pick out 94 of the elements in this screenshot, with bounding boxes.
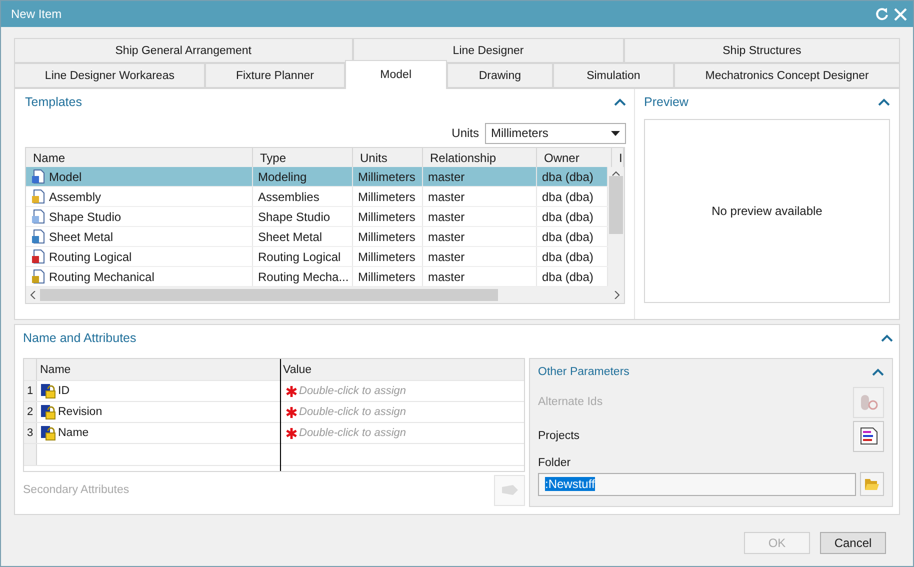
close-icon[interactable] bbox=[894, 8, 907, 20]
table-cell: master bbox=[428, 210, 465, 224]
table-cell: Routing Mechanical bbox=[49, 270, 154, 284]
tab[interactable]: Fixture Planner bbox=[205, 63, 345, 88]
table-cell: Shape Studio bbox=[258, 210, 330, 224]
table-row[interactable]: Shape Studio Shape Studio Millimeters master dba (dba) bbox=[26, 207, 608, 227]
tab[interactable]: Line Designer Workareas bbox=[14, 63, 206, 88]
table-cell: dba (dba) bbox=[542, 250, 594, 264]
table-cell: master bbox=[428, 190, 465, 204]
tab[interactable]: Ship Structures bbox=[624, 38, 900, 63]
table-cell: Routing Logical bbox=[258, 250, 341, 264]
table-cell: Modeling bbox=[258, 170, 307, 184]
field-label: Folder bbox=[538, 457, 572, 469]
table-cell: Millimeters bbox=[358, 230, 416, 244]
tab[interactable]: Simulation bbox=[552, 63, 674, 88]
table-row[interactable]: Model Modeling Millimeters master dba (dba) bbox=[26, 167, 608, 187]
chevron-up-icon[interactable] bbox=[878, 98, 890, 106]
asterisk-icon bbox=[286, 386, 297, 396]
section-title: Name and Attributes bbox=[23, 331, 136, 345]
table-cell: master bbox=[428, 230, 465, 244]
table-cell: ID bbox=[58, 385, 70, 397]
tab[interactable]: Ship General Arrangement bbox=[14, 38, 353, 63]
parameter-label: Alternate Ids bbox=[538, 396, 603, 408]
table-cell: master bbox=[428, 170, 465, 184]
document-icon bbox=[31, 229, 46, 244]
document-icon bbox=[31, 169, 46, 184]
table-cell: master bbox=[428, 250, 465, 264]
table-cell: dba (dba) bbox=[542, 210, 594, 224]
tab[interactable]: Line Designer bbox=[352, 38, 624, 63]
table-cell: dba (dba) bbox=[542, 190, 594, 204]
document-icon bbox=[31, 189, 46, 204]
table-cell: Millimeters bbox=[358, 210, 416, 224]
table-cell: dba (dba) bbox=[542, 270, 594, 284]
folder-field[interactable]: :Newstuff bbox=[538, 472, 856, 496]
tag-icon bbox=[500, 484, 518, 496]
table-cell: Model bbox=[49, 170, 82, 184]
secondary-attributes-label: Secondary Attributes bbox=[23, 484, 130, 496]
tab[interactable]: Model bbox=[344, 60, 448, 89]
section-title: Other Parameters bbox=[538, 366, 630, 378]
tab[interactable]: Mechatronics Concept Designer bbox=[674, 63, 900, 88]
table-row[interactable]: Sheet Metal Sheet Metal Millimeters master dba (dba) bbox=[26, 227, 608, 247]
column-header[interactable]: Name bbox=[37, 359, 280, 380]
asterisk-icon bbox=[286, 428, 297, 438]
row-number: 2 bbox=[24, 402, 37, 422]
table-cell: master bbox=[428, 270, 465, 284]
scroll-right-icon[interactable] bbox=[614, 291, 620, 299]
table-cell: Millimeters bbox=[358, 190, 416, 204]
table-row[interactable]: Routing Mechanical Routing Mecha... Millimeters master dba (dba) bbox=[26, 267, 608, 287]
table-cell: Millimeters bbox=[358, 250, 416, 264]
table-cell: Routing Mecha... bbox=[258, 270, 349, 284]
section-title: Preview bbox=[644, 95, 688, 109]
folder-icon bbox=[864, 478, 880, 490]
scroll-up-icon[interactable] bbox=[612, 171, 620, 176]
list-document-button[interactable] bbox=[853, 420, 884, 452]
table-cell: Shape Studio bbox=[49, 210, 122, 224]
list-document-icon bbox=[858, 426, 878, 446]
row-number: 1 bbox=[24, 381, 37, 401]
table-cell: Revision bbox=[58, 406, 102, 418]
table-cell: Sheet Metal bbox=[49, 230, 114, 244]
table-cell: dba (dba) bbox=[542, 230, 594, 244]
tab[interactable]: Drawing bbox=[447, 63, 553, 88]
cancel-button[interactable]: Cancel bbox=[820, 532, 886, 554]
document-icon bbox=[31, 209, 46, 224]
table-cell: Millimeters bbox=[358, 170, 416, 184]
parameter-label: Projects bbox=[538, 430, 580, 442]
section-title: Templates bbox=[25, 95, 82, 109]
chevron-up-icon[interactable] bbox=[614, 98, 626, 106]
table-cell: Name bbox=[58, 427, 89, 439]
column-header[interactable]: Value bbox=[280, 359, 524, 380]
lock-icon bbox=[40, 404, 56, 420]
caret-icon bbox=[611, 130, 620, 136]
row-number: 3 bbox=[24, 423, 37, 443]
chevron-up-icon[interactable] bbox=[881, 334, 893, 342]
lock-icon bbox=[40, 425, 56, 441]
field-label: Units bbox=[452, 126, 479, 140]
table-row[interactable]: Assembly Assemblies Millimeters master dba (dba) bbox=[26, 187, 608, 207]
preview-message: No preview available bbox=[712, 204, 822, 218]
refresh-icon[interactable] bbox=[875, 7, 889, 21]
asterisk-icon bbox=[286, 406, 297, 418]
table-cell: Sheet Metal bbox=[258, 230, 322, 244]
table-cell: Routing Logical bbox=[49, 250, 132, 264]
table-cell: Assemblies bbox=[258, 190, 320, 204]
units-dropdown[interactable]: Millimeters bbox=[485, 122, 626, 144]
table-cell: Assembly bbox=[49, 190, 102, 204]
table-cell: dba (dba) bbox=[542, 170, 594, 184]
horizontal-scrollbar[interactable] bbox=[26, 287, 624, 303]
table-cell: Millimeters bbox=[358, 270, 416, 284]
table-row[interactable]: Routing Logical Routing Logical Millimeters master dba (dba) bbox=[26, 247, 608, 267]
window-title: New Item bbox=[11, 7, 63, 21]
document-icon bbox=[31, 249, 46, 264]
chevron-up-icon[interactable] bbox=[872, 368, 884, 376]
scroll-left-icon[interactable] bbox=[30, 291, 36, 299]
document-icon bbox=[31, 269, 46, 284]
lock-icon bbox=[40, 383, 56, 399]
